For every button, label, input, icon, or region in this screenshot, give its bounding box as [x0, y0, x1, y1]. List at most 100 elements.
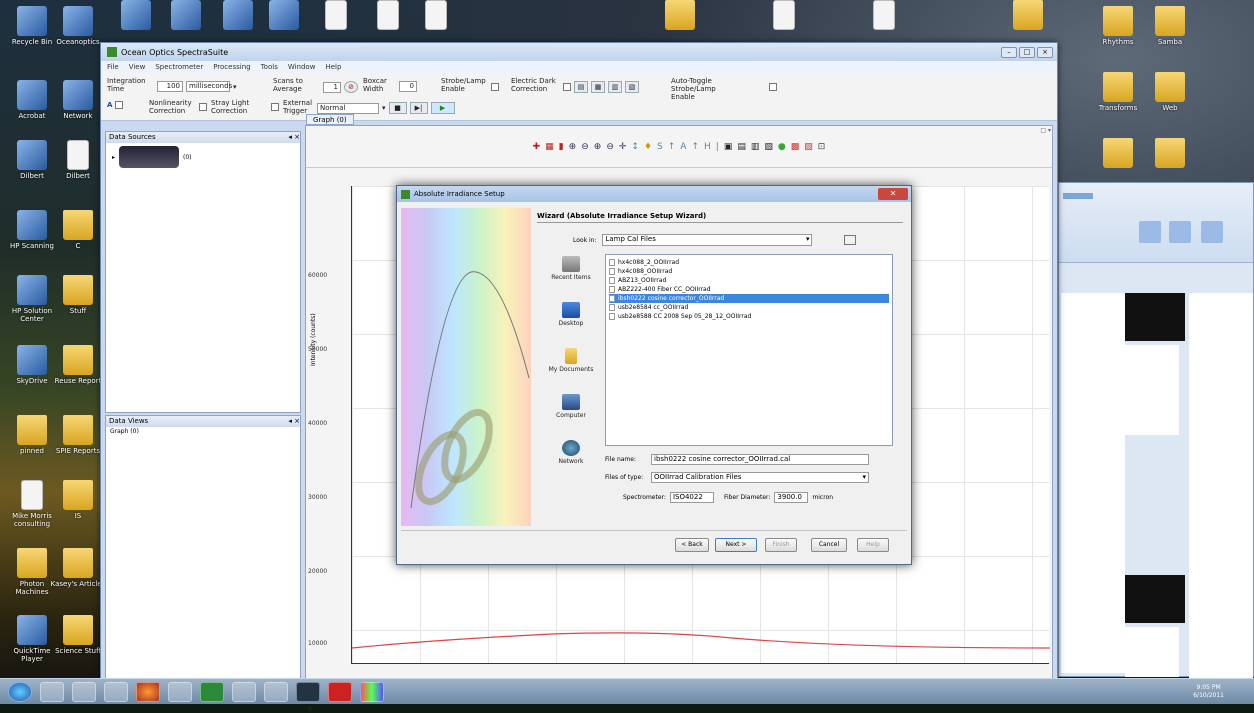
spectrasuite-taskbar-icon[interactable] — [360, 681, 384, 702]
place-recent[interactable]: Recent Items — [543, 256, 599, 302]
excel-taskbar-icon[interactable] — [200, 681, 224, 702]
desktop-icon[interactable] — [1000, 0, 1056, 32]
desktop-icon[interactable] — [1090, 138, 1146, 170]
cancel-button[interactable]: Cancel — [811, 538, 847, 552]
cursor-icon[interactable]: ↕ — [631, 142, 639, 152]
lookin-select[interactable]: Lamp Cal Files ▾ — [602, 234, 813, 246]
explorer-taskbar-icon[interactable] — [40, 681, 64, 702]
desktop-icon[interactable]: Stuff — [50, 275, 106, 315]
desktop-icon[interactable]: Oceanoptics — [50, 6, 106, 46]
minimize-button[interactable]: – — [1001, 46, 1017, 58]
desktop-icon[interactable]: Reuse Report — [50, 345, 106, 385]
desktop-icon[interactable]: Samba — [1142, 6, 1198, 46]
zoom-x-icon[interactable]: ⊕ — [594, 142, 602, 152]
copy-graph-icon[interactable]: ▥ — [751, 142, 760, 152]
menu-window[interactable]: Window — [288, 63, 316, 71]
list-item[interactable]: hx4c088_2_OOIIrrad — [609, 258, 889, 267]
panel-close-icon[interactable]: ◂ × — [288, 416, 300, 427]
desktop-icon[interactable] — [408, 0, 464, 32]
list-item[interactable]: usb2e8584 cc_OOIIrrad — [609, 303, 889, 312]
spectrometer-field[interactable]: ISO4022 — [669, 492, 714, 503]
trigger-mode-select[interactable]: Normal — [317, 102, 379, 114]
desktop-icon[interactable]: Transforms — [1090, 72, 1146, 112]
desktop-icon[interactable] — [652, 0, 708, 32]
spectrometer-node[interactable]: ▸ (0) — [112, 146, 192, 168]
panel-close-icon[interactable]: ◂ × — [288, 132, 300, 143]
desktop-icon[interactable]: Kasey's Articles — [50, 548, 106, 588]
grid-icon[interactable]: ▦ — [545, 142, 554, 152]
zoom-out-icon[interactable]: ⊖ — [581, 142, 589, 152]
maximize-button[interactable]: □ — [1019, 46, 1035, 58]
config-icon[interactable]: ▩ — [791, 142, 800, 152]
back-button[interactable]: < Back — [675, 538, 709, 552]
single-acquire-icon[interactable]: ▶| — [409, 102, 428, 114]
copy-icon[interactable]: ▧ — [625, 81, 639, 93]
autotrigger-checkbox[interactable] — [769, 83, 777, 91]
integration-time-input[interactable]: 100 — [157, 81, 183, 92]
finish-button[interactable]: Finish — [765, 538, 797, 552]
menu-processing[interactable]: Processing — [213, 63, 250, 71]
font-icon[interactable]: A — [107, 101, 112, 109]
scans-input[interactable]: 1 — [323, 81, 341, 93]
desktop-icon[interactable]: Dilbert — [50, 140, 106, 180]
desktop-icon[interactable]: Web — [1142, 72, 1198, 112]
desktop-icon[interactable] — [856, 0, 912, 32]
text-icon[interactable]: A — [680, 142, 686, 152]
lamp-icon[interactable]: ● — [778, 142, 786, 152]
desktop-icon[interactable]: SPIE Reports — [50, 415, 106, 455]
stop-acquisition-icon[interactable]: ■ — [388, 102, 407, 114]
help-icon[interactable]: ⊡ — [818, 142, 826, 152]
place-documents[interactable]: My Documents — [543, 348, 599, 394]
export-icon[interactable]: ▮ — [559, 142, 564, 152]
desktop-icon[interactable]: Rhythms — [1090, 6, 1146, 46]
file-list[interactable]: hx4c088_2_OOIIrrad hx4c088_OOIIrrad ABZ1… — [605, 254, 893, 446]
app-taskbar-icon[interactable] — [296, 681, 320, 702]
pan-icon[interactable]: ✛ — [619, 142, 627, 152]
menu-spectrometer[interactable]: Spectrometer — [155, 63, 203, 71]
next-button[interactable]: Next > — [715, 538, 757, 552]
acrobat-taskbar-icon[interactable] — [328, 681, 352, 702]
play-icon[interactable]: ▶ — [430, 102, 455, 114]
app-taskbar-icon[interactable] — [72, 681, 96, 702]
desktop-icon[interactable] — [756, 0, 812, 32]
lightbulb-icon[interactable]: ♦ — [644, 142, 652, 152]
list-item[interactable]: usb2e8588 CC 2008 Sep 05_28_12_OOIIrrad — [609, 312, 889, 321]
list-item[interactable]: ABZ222-400 Fiber CC_OOIIrrad — [609, 285, 889, 294]
desktop-icon[interactable] — [158, 0, 214, 32]
chevron-down-icon[interactable]: ▾ — [382, 104, 386, 112]
menu-view[interactable]: View — [129, 63, 146, 71]
app-taskbar-icon[interactable] — [232, 681, 256, 702]
spectrum-icon[interactable]: ▥ — [608, 81, 622, 93]
stray-checkbox[interactable] — [199, 103, 207, 111]
start-button[interactable] — [8, 681, 32, 702]
line-icon[interactable]: | — [716, 142, 719, 152]
list-item[interactable]: ABZ13_OOIIrrad — [609, 276, 889, 285]
app-taskbar-icon[interactable] — [264, 681, 288, 702]
fiber-diameter-input[interactable]: 3900.0 — [774, 492, 809, 503]
tab-graph[interactable]: Graph (0) — [306, 114, 354, 125]
add-icon[interactable]: ✚ — [533, 142, 541, 152]
save-icon[interactable]: ▤ — [574, 81, 588, 93]
list-item[interactable]: hx4c088_OOIIrrad — [609, 267, 889, 276]
list-item-selected[interactable]: ibsh0222 cosine corrector_OOIIrrad — [609, 294, 889, 303]
place-network[interactable]: Network — [543, 440, 599, 486]
filename-input[interactable]: ibsh0222 cosine corrector_OOIIrrad.cal — [651, 454, 869, 465]
desktop-icon[interactable] — [108, 0, 164, 32]
desktop-icon[interactable] — [1142, 138, 1198, 170]
app-taskbar-icon[interactable] — [168, 681, 192, 702]
desktop-icon[interactable] — [256, 0, 312, 32]
desktop-icon[interactable]: Network — [50, 80, 106, 120]
desktop-icon[interactable]: C — [50, 210, 106, 250]
external-checkbox[interactable] — [271, 103, 279, 111]
save-graph-icon[interactable]: ▣ — [724, 142, 733, 152]
expand-icon[interactable]: ▸ — [112, 154, 115, 161]
close-icon[interactable]: ✕ — [878, 188, 908, 200]
overlay-icon[interactable]: ↑ — [691, 142, 699, 152]
menu-tools[interactable]: Tools — [261, 63, 278, 71]
print-graph-icon[interactable]: ▤ — [737, 142, 746, 152]
strobe-checkbox[interactable] — [491, 83, 499, 91]
data-view-item[interactable]: Graph (0) — [106, 427, 300, 436]
data-icon[interactable]: ▧ — [764, 142, 773, 152]
help-button[interactable]: Help — [857, 538, 889, 552]
desktop-icon[interactable]: IS — [50, 480, 106, 520]
